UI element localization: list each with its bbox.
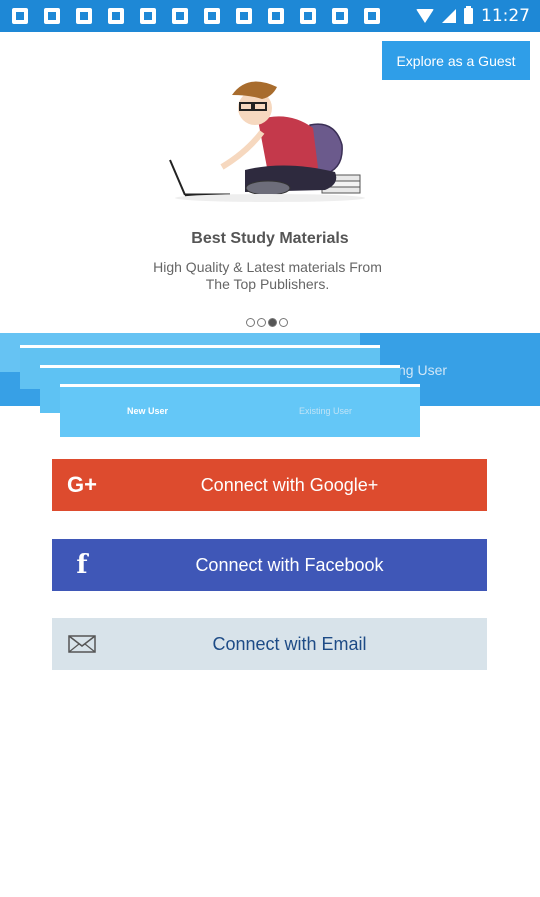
mail-icon xyxy=(52,618,112,670)
tab-bar-transition-layer xyxy=(60,384,420,437)
status-time: 11:27 xyxy=(481,6,530,26)
tab-new-user[interactable]: New User xyxy=(127,406,168,416)
notification-icon xyxy=(332,8,348,24)
wifi-icon xyxy=(416,9,434,23)
notification-icon xyxy=(364,8,380,24)
slide-subtitle: High Quality & Latest materials From The… xyxy=(100,259,435,293)
slide-subtitle-line: High Quality & Latest materials From xyxy=(153,259,382,275)
page-dot[interactable] xyxy=(279,318,288,327)
page-dot[interactable] xyxy=(246,318,255,327)
page-indicator xyxy=(246,318,288,327)
notification-icon xyxy=(172,8,188,24)
slide-title: Best Study Materials xyxy=(191,230,349,247)
explore-as-guest-button[interactable]: Explore as a Guest xyxy=(382,41,530,80)
connect-email-button[interactable]: Connect with Email xyxy=(52,618,487,670)
facebook-icon: f xyxy=(76,550,88,580)
page-dot-active[interactable] xyxy=(268,318,277,327)
connect-facebook-label: Connect with Facebook xyxy=(195,554,384,575)
status-bar: 11:27 xyxy=(0,0,540,32)
notification-icon xyxy=(300,8,316,24)
connect-google-button[interactable]: G+ Connect with Google+ xyxy=(52,459,487,511)
student-with-laptop-illustration xyxy=(169,81,365,202)
slide-subtitle-line: The Top Publishers. xyxy=(205,276,330,292)
google-plus-icon: G+ xyxy=(67,472,97,497)
tab-existing-user[interactable]: Existing User xyxy=(299,406,352,416)
notification-icon xyxy=(236,8,252,24)
signal-icon xyxy=(442,9,456,23)
connect-email-label: Connect with Email xyxy=(212,633,367,654)
battery-icon xyxy=(464,6,473,24)
connect-facebook-button[interactable]: f Connect with Facebook xyxy=(52,539,487,591)
notification-icon xyxy=(76,8,92,24)
notification-icon xyxy=(108,8,124,24)
notification-icon xyxy=(12,8,28,24)
notification-icon xyxy=(44,8,60,24)
page-dot[interactable] xyxy=(257,318,266,327)
connect-google-label: Connect with Google+ xyxy=(200,474,379,495)
notification-icon xyxy=(140,8,156,24)
notification-icon xyxy=(204,8,220,24)
notification-icon xyxy=(268,8,284,24)
